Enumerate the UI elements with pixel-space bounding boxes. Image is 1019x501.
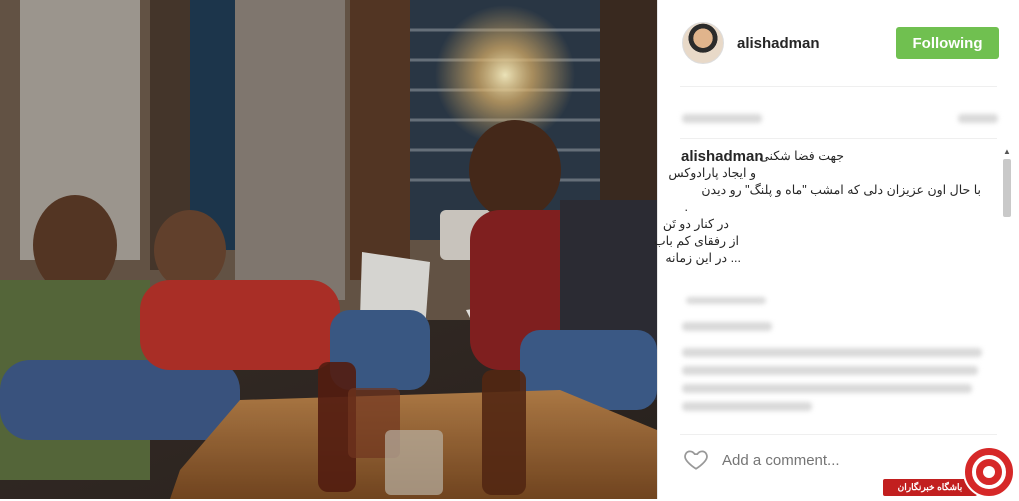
- blurred-likes: [682, 114, 762, 123]
- stats-divider: [680, 138, 997, 139]
- caption-line: و ایجاد پارادوکس: [668, 166, 756, 180]
- scroll-up-arrow-icon[interactable]: ▲: [1002, 147, 1012, 157]
- caption-line: از رفقای کم باب: [653, 234, 739, 248]
- blurred-comment: [682, 366, 978, 375]
- blurred-comment: [682, 384, 972, 393]
- blurred-comment: [682, 348, 982, 357]
- watermark-logo: باشگاه خبرنگاران: [883, 446, 1019, 499]
- post-photo[interactable]: [0, 0, 657, 499]
- header-divider: [680, 86, 997, 87]
- avatar[interactable]: [682, 22, 724, 64]
- comments-divider: [680, 434, 997, 435]
- username-link[interactable]: alishadman: [737, 35, 820, 52]
- caption-line: جهت فضا شکنی: [759, 149, 844, 163]
- post-header: alishadman Following: [658, 0, 1019, 86]
- heart-icon[interactable]: [683, 446, 709, 472]
- caption-scrollbar[interactable]: ▲: [1002, 147, 1012, 307]
- blurred-comment: [686, 297, 766, 304]
- scroll-thumb[interactable]: [1003, 159, 1011, 217]
- following-button[interactable]: Following: [896, 27, 999, 59]
- post-side-panel: alishadman Following alishadman جهت فضا …: [654, 0, 1019, 499]
- photo-illustration: [0, 0, 657, 499]
- post-caption: alishadman جهت فضا شکنی و ایجاد پارادوکس…: [654, 148, 981, 267]
- caption-username[interactable]: alishadman: [681, 148, 764, 165]
- blurred-time: [958, 114, 998, 123]
- watermark-emblem-icon: [963, 446, 1015, 498]
- caption-line: در کنار دو تَن: [662, 217, 729, 231]
- blurred-comment: [682, 402, 812, 411]
- caption-line: با حال اون عزیزان دلی که امشب "ماه و پلن…: [701, 183, 981, 197]
- blurred-comment-user: [682, 322, 772, 331]
- watermark-text: باشگاه خبرنگاران: [883, 479, 977, 496]
- caption-line: .: [684, 200, 688, 214]
- caption-line: ... در این زمانه: [665, 251, 741, 265]
